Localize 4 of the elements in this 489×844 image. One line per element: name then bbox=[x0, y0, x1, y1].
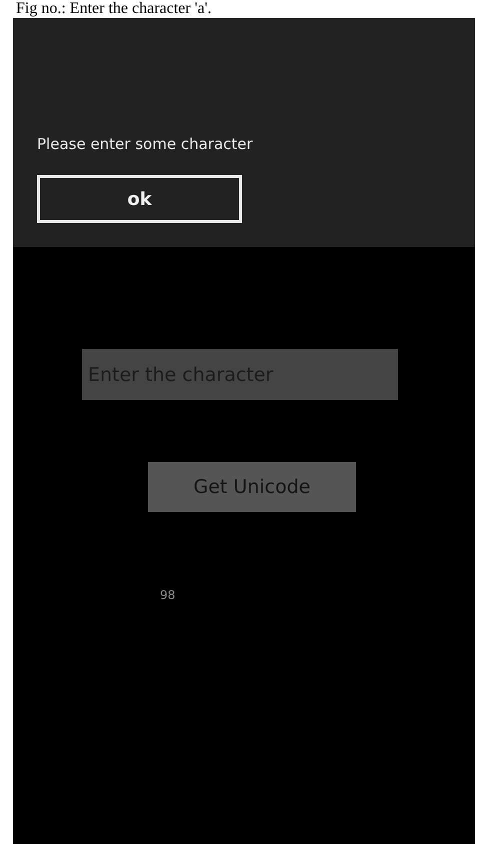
figure-caption: Fig no.: Enter the character 'a'. bbox=[15, 0, 212, 18]
ok-button[interactable]: ok bbox=[37, 175, 242, 223]
dialog-message: Please enter some character bbox=[37, 134, 254, 154]
unicode-result: 98 bbox=[160, 587, 176, 604]
